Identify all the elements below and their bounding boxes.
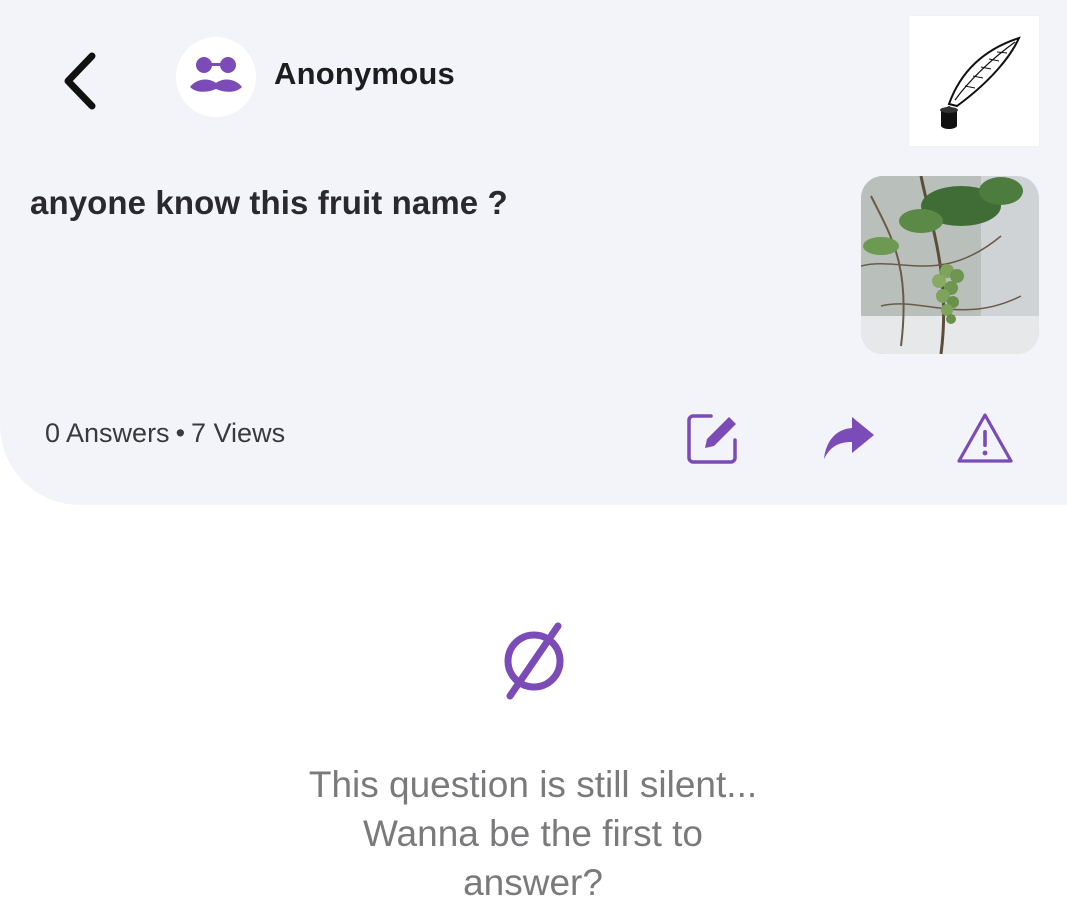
empty-state-line-2: Wanna be the first to (362, 813, 704, 854)
incognito-glasses-mustache-icon (190, 57, 242, 92)
edit-icon (687, 414, 737, 464)
share-icon (824, 417, 874, 459)
app-logo (909, 16, 1039, 146)
empty-set-icon (504, 622, 564, 700)
empty-state-message: This question is still silent... Wanna b… (233, 760, 833, 907)
answers-count: 0 Answers (45, 418, 170, 448)
chevron-left-icon (64, 52, 96, 110)
edit-button[interactable] (683, 408, 743, 468)
question-title: anyone know this fruit name ? (30, 184, 508, 221)
question-card: Anonymous anyone know this fruit name ? (0, 0, 1067, 505)
views-count: 7 Views (191, 418, 286, 448)
report-warning-icon (957, 413, 1013, 463)
back-button[interactable] (52, 48, 108, 114)
report-button[interactable] (955, 408, 1015, 468)
question-stats: 0 Answers • 7 Views (45, 418, 285, 449)
empty-state-line-1: This question is still silent... (308, 764, 758, 805)
grape-vine-photo (861, 176, 1039, 354)
share-button[interactable] (818, 408, 878, 468)
avatar[interactable] (176, 37, 256, 117)
stats-separator: • (175, 418, 186, 448)
question-image[interactable] (861, 176, 1039, 354)
quill-inkwell-icon (940, 36, 1021, 129)
username[interactable]: Anonymous (274, 56, 455, 92)
